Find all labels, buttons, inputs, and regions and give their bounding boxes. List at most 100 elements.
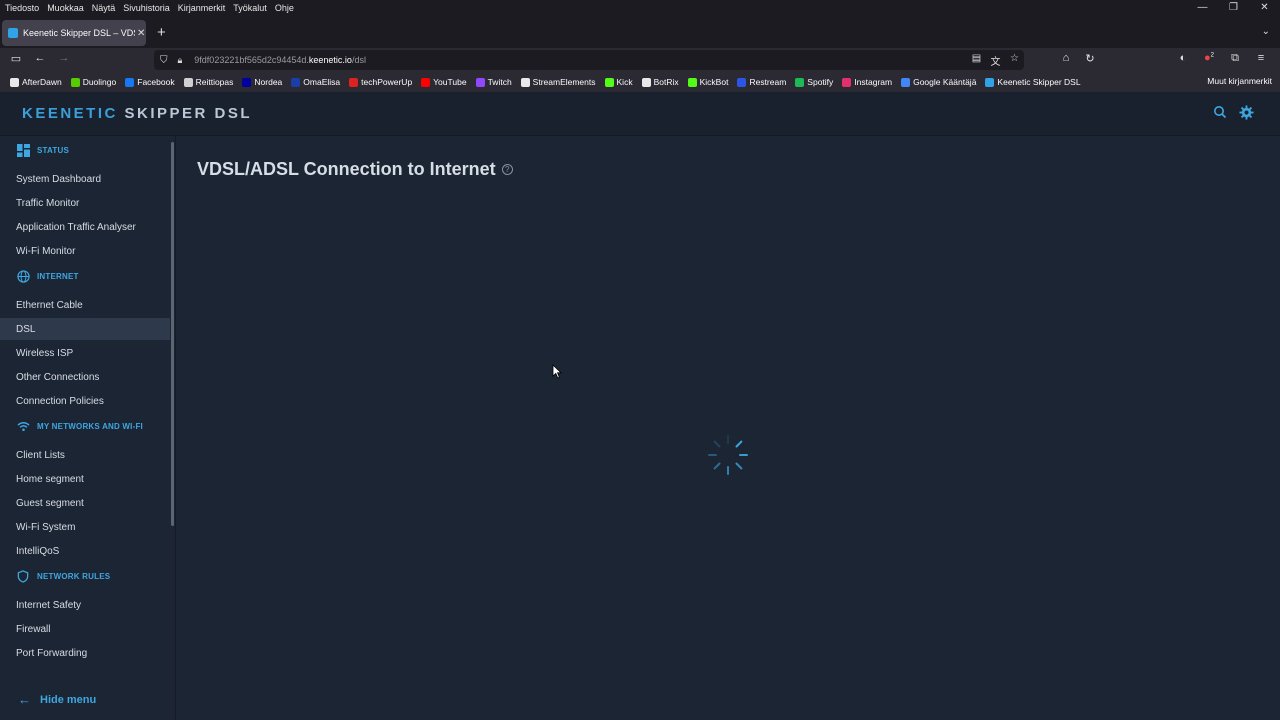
back-arrow-icon[interactable]: ←: [32, 52, 48, 64]
sidebar-item-traffic-monitor[interactable]: Traffic Monitor: [0, 192, 170, 214]
bookmark-item[interactable]: Kick: [604, 77, 633, 87]
new-tab-icon[interactable]: +: [157, 24, 166, 41]
bookmark-star-icon[interactable]: ☆: [1005, 53, 1024, 68]
sidebar-group-my-networks-and-wi-fi: MY NETWORKS AND WI-FI: [16, 419, 143, 433]
url-text[interactable]: 9fdf023221bf565d2c94454d.keenetic.io/dsl: [194, 55, 366, 65]
sidebar-item-client-lists[interactable]: Client Lists: [0, 444, 170, 466]
menu-help[interactable]: Ohje: [275, 3, 294, 13]
bookmark-item[interactable]: Facebook: [125, 77, 175, 87]
bookmark-favicon-icon: [349, 77, 359, 87]
bookmark-label: KickBot: [699, 77, 729, 87]
bookmark-label: Google Kääntäjä: [913, 77, 977, 87]
lock-icon[interactable]: 🔒︎: [178, 55, 183, 66]
sidebar-item-internet-safety[interactable]: Internet Safety: [0, 594, 170, 616]
bookmark-label: YouTube: [433, 77, 467, 87]
sidebar-group-label: NETWORK RULES: [37, 571, 111, 581]
menu-bookmarks[interactable]: Kirjanmerkit: [178, 3, 226, 13]
bookmark-favicon-icon: [10, 77, 19, 87]
sidebar-item-wi-fi-system[interactable]: Wi-Fi System: [0, 516, 170, 538]
search-icon[interactable]: [1212, 105, 1228, 121]
sidebar-item-wireless-isp[interactable]: Wireless ISP: [0, 342, 170, 364]
globe-icon: [16, 269, 30, 283]
sidebar-item-system-dashboard[interactable]: System Dashboard: [0, 168, 170, 190]
extensions-icon[interactable]: ⧉: [1222, 52, 1248, 65]
keenetic-favicon-icon: [8, 28, 18, 38]
tracking-shield-icon[interactable]: ⛉: [160, 55, 168, 66]
bookmark-favicon-icon: [795, 77, 805, 87]
bookmark-item[interactable]: Keenetic Skipper DSL: [985, 77, 1081, 87]
menu-history[interactable]: Sivuhistoria: [123, 3, 170, 13]
bookmark-label: Facebook: [137, 77, 175, 87]
other-bookmarks-folder[interactable]: Muut kirjanmerkit: [1207, 76, 1272, 86]
bookmark-label: Duolingo: [82, 77, 117, 87]
sidebar-item-connection-policies[interactable]: Connection Policies: [0, 390, 170, 412]
browser-menubar: Tiedosto Muokkaa Näytä Sivuhistoria Kirj…: [0, 0, 1280, 16]
page-title: VDSL/ADSL Connection to Internet ?: [197, 159, 513, 180]
extension-notification-icon[interactable]: ●2: [1196, 52, 1222, 65]
bookmark-label: Reittiopas: [195, 77, 234, 87]
bookmark-item[interactable]: OmaElisa: [291, 77, 340, 87]
menu-tools[interactable]: Työkalut: [233, 3, 267, 13]
menu-view[interactable]: Näytä: [92, 3, 116, 13]
sidebar-item-wi-fi-monitor[interactable]: Wi-Fi Monitor: [0, 240, 170, 262]
reload-icon[interactable]: ↻: [1082, 52, 1098, 65]
sidebar-group-network-rules: NETWORK RULES: [16, 569, 110, 583]
keenetic-logo[interactable]: KEENETIC SKIPPER DSL: [22, 105, 252, 122]
account-icon[interactable]: ◐: [1170, 52, 1196, 65]
close-window-icon[interactable]: ✕: [1249, 0, 1280, 16]
main-content: VDSL/ADSL Connection to Internet ?: [177, 137, 1280, 720]
sidebar-item-other-connections[interactable]: Other Connections: [0, 366, 170, 388]
translate-icon[interactable]: 文: [986, 53, 1005, 68]
bookmark-label: Keenetic Skipper DSL: [997, 77, 1081, 87]
close-tab-icon[interactable]: ✕: [137, 28, 145, 39]
menu-edit[interactable]: Muokkaa: [47, 3, 84, 13]
bookmark-label: Kick: [616, 77, 633, 87]
hamburger-menu-icon[interactable]: ≡: [1248, 52, 1274, 65]
gear-icon[interactable]: [1238, 105, 1254, 121]
sidebar-item-application-traffic-analyser[interactable]: Application Traffic Analyser: [0, 216, 170, 238]
forward-arrow-icon[interactable]: →: [56, 52, 72, 64]
hide-menu-button[interactable]: ← Hide menu: [18, 692, 96, 707]
sidebar-item-port-forwarding[interactable]: Port Forwarding: [0, 642, 170, 664]
mouse-cursor-icon: [552, 364, 562, 379]
bookmark-item[interactable]: Twitch: [475, 77, 512, 87]
bookmark-item[interactable]: StreamElements: [520, 77, 596, 87]
sidebar: ← Hide menu STATUS System Dashboard Traffi…: [0, 136, 176, 720]
sidebar-toggle-icon[interactable]: ▭: [8, 52, 24, 65]
sidebar-scrollbar[interactable]: [171, 142, 174, 526]
bookmark-item[interactable]: Restream: [737, 77, 786, 87]
home-icon[interactable]: ⌂: [1058, 52, 1074, 64]
bookmark-item[interactable]: BotRix: [641, 77, 679, 87]
bookmark-item[interactable]: Instagram: [842, 77, 892, 87]
chevron-down-icon[interactable]: ⌄: [1262, 26, 1270, 37]
bookmark-item[interactable]: KickBot: [687, 77, 729, 87]
sidebar-item-guest-segment[interactable]: Guest segment: [0, 492, 170, 514]
restore-icon[interactable]: ❐: [1218, 0, 1249, 16]
bookmark-favicon-icon: [604, 77, 614, 87]
bookmark-item[interactable]: Nordea: [242, 77, 282, 87]
help-icon[interactable]: ?: [501, 164, 513, 175]
bookmark-favicon-icon: [475, 77, 485, 87]
bookmark-item[interactable]: YouTube: [421, 77, 467, 87]
sidebar-item-home-segment[interactable]: Home segment: [0, 468, 170, 490]
bookmark-favicon-icon: [291, 77, 301, 87]
bookmark-item[interactable]: AfterDawn: [10, 77, 62, 87]
sidebar-item-firewall[interactable]: Firewall: [0, 618, 170, 640]
window-controls: — ❐ ✕: [1187, 0, 1280, 16]
sidebar-item-dsl[interactable]: DSL: [0, 318, 170, 340]
sidebar-item-intelliqos[interactable]: IntelliQoS: [0, 540, 170, 562]
browser-tab[interactable]: Keenetic Skipper DSL – VDSL/A ✕: [2, 20, 146, 46]
bookmark-item[interactable]: Duolingo: [70, 77, 117, 87]
menu-file[interactable]: Tiedosto: [5, 3, 39, 13]
bookmark-item[interactable]: Spotify: [795, 77, 833, 87]
sidebar-item-ethernet-cable[interactable]: Ethernet Cable: [0, 294, 170, 316]
bookmark-label: Twitch: [487, 77, 512, 87]
reader-view-icon[interactable]: ▤: [967, 53, 986, 68]
shield-icon: [16, 569, 30, 583]
bookmark-item[interactable]: Reittiopas: [183, 77, 234, 87]
minimize-icon[interactable]: —: [1187, 0, 1218, 16]
bookmark-item[interactable]: Google Kääntäjä: [901, 77, 976, 87]
address-bar[interactable]: ⛉ 🔒︎ 9fdf023221bf565d2c94454d.keenetic.i…: [154, 50, 1024, 70]
bookmark-item[interactable]: techPowerUp: [349, 77, 412, 87]
sidebar-group-label: INTERNET: [37, 271, 79, 281]
